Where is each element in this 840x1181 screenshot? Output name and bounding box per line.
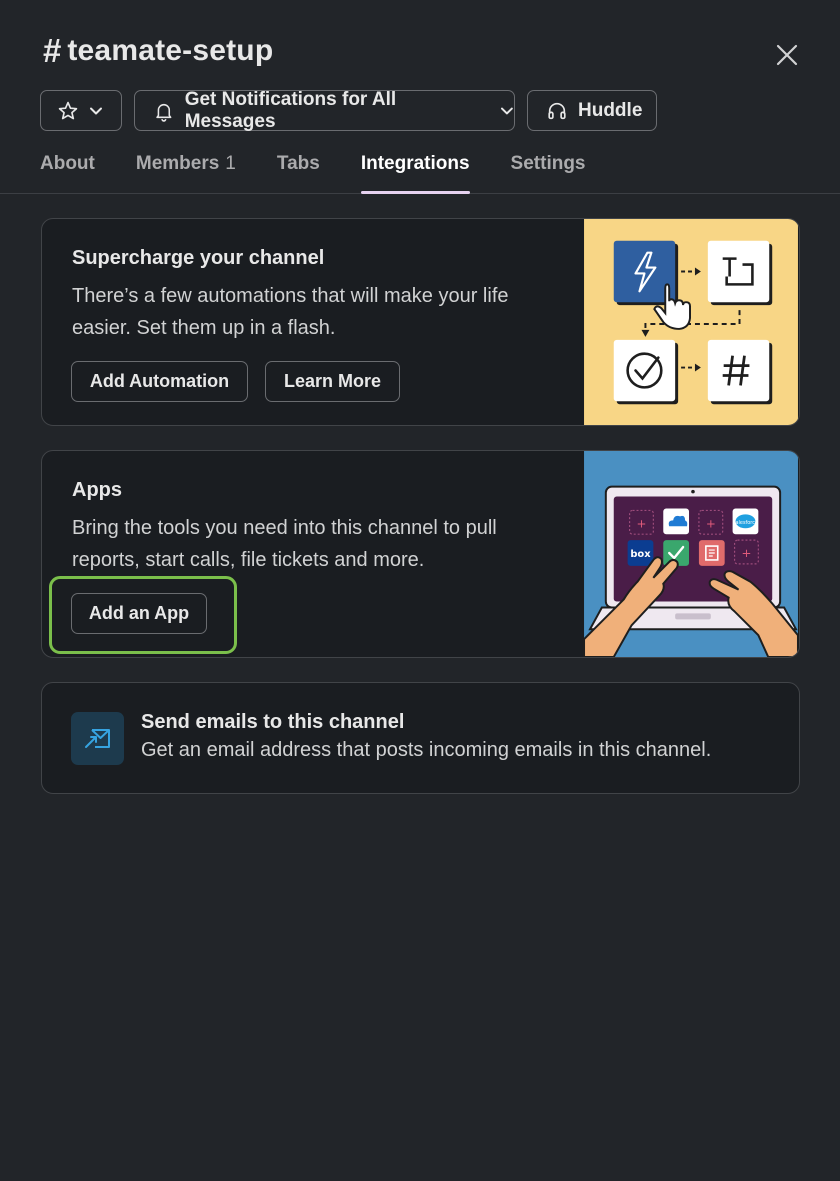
automation-card-content: Supercharge your channel There’s a few a…: [72, 247, 509, 344]
notifications-label: Get Notifications for All Messages: [184, 88, 397, 132]
tab-label: Members: [135, 153, 220, 174]
apps-card-text: Bring the tools you need into this chann…: [72, 512, 497, 576]
box-logo: box: [630, 549, 651, 560]
channel-tabs: About Members 1 Tabs Integrations Setting…: [40, 153, 627, 194]
tab-about[interactable]: About: [40, 153, 95, 194]
text-line: There’s a few automations that will make…: [72, 285, 509, 307]
email-card[interactable]: Send emails to this channel Get an email…: [41, 682, 800, 794]
email-forward-icon: [84, 728, 110, 748]
channel-header: # teamate-setup Get Notifications for Al…: [0, 0, 840, 194]
channel-hash: #: [43, 32, 62, 69]
apps-card-content: Apps Bring the tools you need into this …: [72, 479, 497, 576]
star-button[interactable]: [40, 90, 122, 131]
channel-name: teamate-setup: [67, 34, 274, 67]
text-line: Bring the tools you need into this chann…: [72, 517, 497, 539]
automation-illustration: [584, 219, 798, 425]
star-icon: [58, 101, 78, 119]
apps-card-title: Apps: [72, 479, 122, 501]
tab-label: Settings: [510, 153, 586, 174]
channel-actions: Get Notifications for All Messages Huddl…: [40, 88, 657, 132]
svg-text:+: +: [706, 516, 716, 530]
add-automation-button[interactable]: Add Automation: [71, 361, 248, 402]
email-icon-box: [71, 712, 124, 765]
email-card-content: Send emails to this channel Get an email…: [141, 711, 711, 766]
text-line: reports, start calls, file tickets and m…: [72, 549, 425, 571]
tab-label: About: [40, 153, 95, 174]
tab-label: Tabs: [276, 153, 320, 174]
headphones-icon: [548, 102, 566, 119]
focus-ring: [49, 576, 237, 654]
huddle-label: Huddle: [578, 99, 643, 121]
chevron-down-icon: [501, 107, 514, 114]
close-icon: [776, 44, 798, 66]
text-line: easier. Set them up in a flash.: [72, 317, 336, 339]
tab-members[interactable]: Members 1: [136, 153, 236, 194]
learn-more-button[interactable]: Learn More: [265, 361, 400, 402]
apps-illustration: + + salesforce box +: [583, 451, 799, 657]
automation-card-title: Supercharge your channel: [72, 247, 325, 269]
notifications-button[interactable]: Get Notifications for All Messages: [134, 88, 515, 132]
tab-label: Integrations: [360, 153, 470, 174]
tab-tabs[interactable]: Tabs: [277, 153, 320, 194]
huddle-button[interactable]: Huddle: [527, 90, 657, 131]
svg-text:+: +: [741, 546, 751, 560]
svg-text:+: +: [637, 516, 647, 530]
members-count: 1: [225, 153, 236, 174]
tab-settings[interactable]: Settings: [511, 153, 586, 194]
automation-card-text: There’s a few automations that will make…: [72, 280, 509, 344]
chevron-down-icon: [90, 107, 102, 114]
channel-title: # teamate-setup: [43, 32, 273, 70]
bell-icon: [156, 103, 172, 122]
email-card-text: Get an email address that posts incoming…: [141, 739, 712, 761]
automation-card: Supercharge your channel There’s a few a…: [41, 218, 800, 426]
tab-integrations[interactable]: Integrations: [360, 153, 470, 194]
salesforce-logo: salesforce: [733, 520, 758, 526]
email-card-title: Send emails to this channel: [141, 711, 405, 733]
close-button[interactable]: [770, 38, 804, 72]
